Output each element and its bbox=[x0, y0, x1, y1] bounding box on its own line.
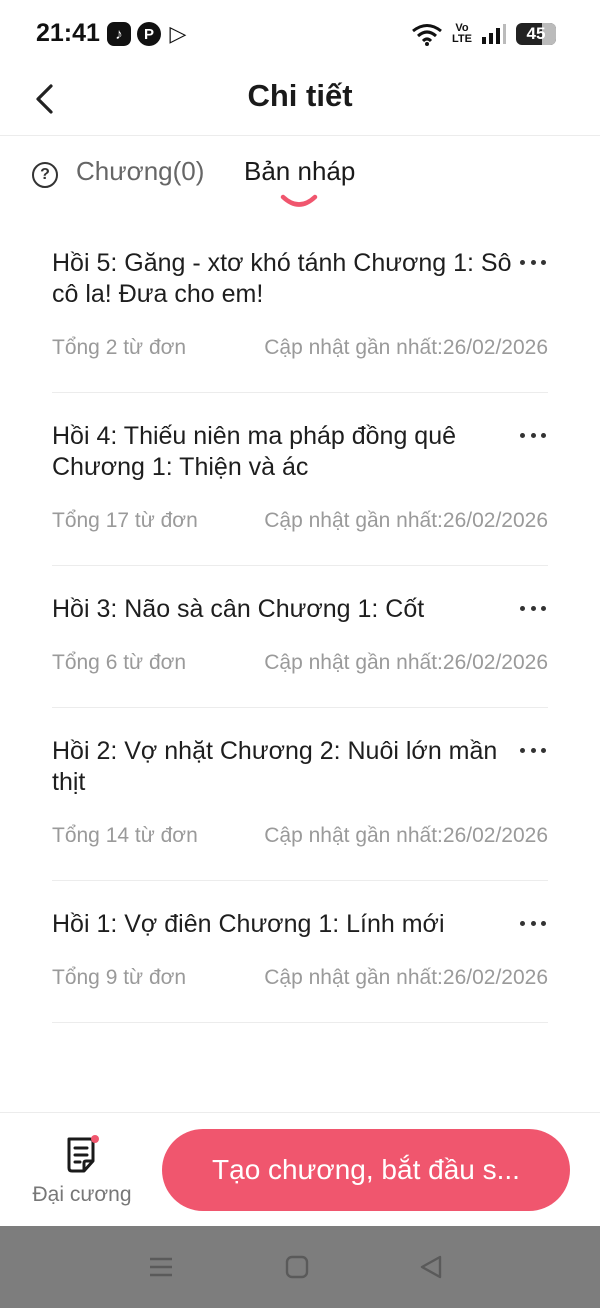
list-item[interactable]: Hồi 2: Vợ nhặt Chương 2: Nuôi lớn mần th… bbox=[52, 708, 548, 881]
word-count: Tổng 14 từ đơn bbox=[52, 824, 198, 847]
word-count: Tổng 17 từ đơn bbox=[52, 509, 198, 532]
signal-icon bbox=[482, 24, 506, 44]
document-icon bbox=[67, 1135, 99, 1173]
bottom-action-bar: Đại cương Tạo chương, bắt đầu s... bbox=[0, 1112, 600, 1226]
outline-label: Đại cương bbox=[32, 1183, 132, 1206]
square-icon bbox=[285, 1255, 309, 1279]
draft-list: Hồi 5: Găng - xtơ khó tánh Chương 1: Sô … bbox=[52, 220, 548, 1023]
last-updated: Cập nhật gần nhất:26/02/2026 bbox=[264, 336, 548, 359]
help-icon[interactable]: ? bbox=[32, 162, 58, 188]
system-nav-bar bbox=[0, 1226, 600, 1308]
word-count: Tổng 9 từ đơn bbox=[52, 966, 187, 989]
draft-meta: Tổng 2 từ đơn Cập nhật gần nhất:26/02/20… bbox=[52, 336, 548, 392]
play-store-icon: ▷ bbox=[169, 21, 187, 46]
system-back-button[interactable] bbox=[414, 1250, 448, 1284]
active-tab-indicator bbox=[280, 194, 318, 207]
draft-title: Hồi 5: Găng - xtơ khó tánh Chương 1: Sô … bbox=[52, 249, 512, 308]
more-options-button[interactable] bbox=[518, 911, 548, 935]
tab-chapters[interactable]: Chương(0) bbox=[76, 156, 204, 187]
draft-meta: Tổng 17 từ đơn Cập nhật gần nhất:26/02/2… bbox=[52, 509, 548, 565]
list-item[interactable]: Hồi 3: Não sà cân Chương 1: Cốt Tổng 6 t… bbox=[52, 566, 548, 708]
tiktok-icon: ♪ bbox=[107, 22, 131, 46]
more-options-button[interactable] bbox=[518, 250, 548, 274]
list-item[interactable]: Hồi 4: Thiếu niên ma pháp đồng quê Chươn… bbox=[52, 393, 548, 566]
menu-icon bbox=[150, 1257, 172, 1277]
outline-button[interactable]: Đại cương bbox=[22, 1131, 142, 1215]
battery-level: 45 bbox=[526, 24, 546, 43]
wifi-icon bbox=[412, 24, 442, 46]
word-count: Tổng 2 từ đơn bbox=[52, 336, 187, 359]
status-bar: 21:41 ♪ P ▷ Vo LTE 45 bbox=[0, 0, 600, 68]
tab-bar: ? Chương(0) Bản nháp bbox=[0, 150, 600, 220]
more-options-button[interactable] bbox=[518, 738, 548, 762]
top-header: Chi tiết bbox=[0, 68, 600, 136]
last-updated: Cập nhật gần nhất:26/02/2026 bbox=[264, 824, 548, 847]
list-item[interactable]: Hồi 5: Găng - xtơ khó tánh Chương 1: Sô … bbox=[52, 220, 548, 393]
last-updated: Cập nhật gần nhất:26/02/2026 bbox=[264, 509, 548, 532]
draft-meta: Tổng 9 từ đơn Cập nhật gần nhất:26/02/20… bbox=[52, 966, 548, 1022]
recent-apps-button[interactable] bbox=[144, 1250, 178, 1284]
draft-meta: Tổng 6 từ đơn Cập nhật gần nhất:26/02/20… bbox=[52, 651, 548, 707]
pinterest-icon: P bbox=[137, 22, 161, 46]
draft-title: Hồi 2: Vợ nhặt Chương 2: Nuôi lớn mần th… bbox=[52, 737, 498, 796]
status-time: 21:41 bbox=[36, 19, 100, 47]
more-options-button[interactable] bbox=[518, 423, 548, 447]
draft-title: Hồi 3: Não sà cân Chương 1: Cốt bbox=[52, 595, 425, 623]
draft-meta: Tổng 14 từ đơn Cập nhật gần nhất:26/02/2… bbox=[52, 824, 548, 880]
draft-title: Hồi 4: Thiếu niên ma pháp đồng quê Chươn… bbox=[52, 422, 457, 481]
word-count: Tổng 6 từ đơn bbox=[52, 651, 187, 674]
battery-icon: 45 bbox=[516, 23, 556, 45]
page-title: Chi tiết bbox=[247, 78, 353, 113]
triangle-back-icon bbox=[420, 1255, 442, 1279]
list-item[interactable]: Hồi 1: Vợ điên Chương 1: Lính mới Tổng 9… bbox=[52, 881, 548, 1023]
volte-indicator: Vo LTE bbox=[452, 23, 472, 45]
home-button[interactable] bbox=[280, 1250, 314, 1284]
draft-title: Hồi 1: Vợ điên Chương 1: Lính mới bbox=[52, 910, 445, 938]
last-updated: Cập nhật gần nhất:26/02/2026 bbox=[264, 966, 548, 989]
volte-bottom-label: LTE bbox=[452, 33, 472, 45]
create-chapter-button[interactable]: Tạo chương, bắt đầu s... bbox=[162, 1129, 570, 1211]
more-options-button[interactable] bbox=[518, 596, 548, 620]
last-updated: Cập nhật gần nhất:26/02/2026 bbox=[264, 651, 548, 674]
tab-drafts[interactable]: Bản nháp bbox=[244, 156, 355, 187]
